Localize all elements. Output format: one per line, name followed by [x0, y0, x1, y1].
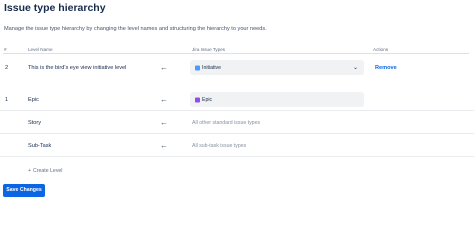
initiative-icon: [195, 65, 200, 70]
arrow-left-icon: ←: [160, 140, 168, 150]
level-name-field[interactable]: Story: [28, 120, 41, 126]
arrow-left-icon: ←: [160, 94, 168, 104]
row-number: 2: [5, 65, 9, 71]
create-level-link[interactable]: + Create Level: [28, 168, 62, 174]
create-level-label: Create Level: [33, 168, 63, 174]
issue-type-select[interactable]: Epic: [190, 92, 364, 107]
issue-type-description: All sub-task issue types: [192, 142, 247, 149]
column-header-level-name: Level Name: [28, 47, 53, 52]
save-changes-button[interactable]: Save Changes: [3, 184, 45, 197]
table-row: 2 This is the bird's eye view initiative…: [0, 57, 474, 79]
table-row: 1 Epic ← Epic: [0, 89, 474, 111]
column-header-jira-issue-types: Jira Issue Types: [192, 47, 226, 52]
level-name-field[interactable]: Epic: [28, 97, 39, 103]
column-header-number: #: [4, 47, 7, 52]
table-row: Sub-Task ← All sub-task issue types: [0, 135, 474, 157]
arrow-left-icon: ←: [160, 117, 168, 127]
level-name-field[interactable]: Sub-Task: [28, 143, 51, 149]
plus-icon: +: [28, 168, 32, 174]
table-row: Story ← All other standard issue types: [0, 112, 474, 134]
row-number: 1: [5, 96, 9, 103]
arrow-left-icon: ←: [160, 63, 168, 72]
chevron-down-icon[interactable]: ⌄: [353, 64, 358, 71]
issue-type-select[interactable]: Initiative ⌄: [190, 60, 364, 75]
epic-icon: [195, 97, 200, 102]
level-name-field[interactable]: This is the bird's eye view initiative l…: [28, 65, 126, 71]
issue-type-value: Initiative: [202, 64, 222, 71]
issue-type-value: Epic: [202, 96, 213, 103]
header-divider: [3, 53, 469, 54]
page-description: Manage the issue type hierarchy by chang…: [4, 26, 267, 32]
issue-type-description: All other standard issue types: [192, 119, 261, 126]
column-header-actions: Actions: [373, 47, 389, 52]
remove-level-button[interactable]: Remove: [375, 65, 397, 71]
page-title: Issue type hierarchy: [4, 2, 106, 14]
